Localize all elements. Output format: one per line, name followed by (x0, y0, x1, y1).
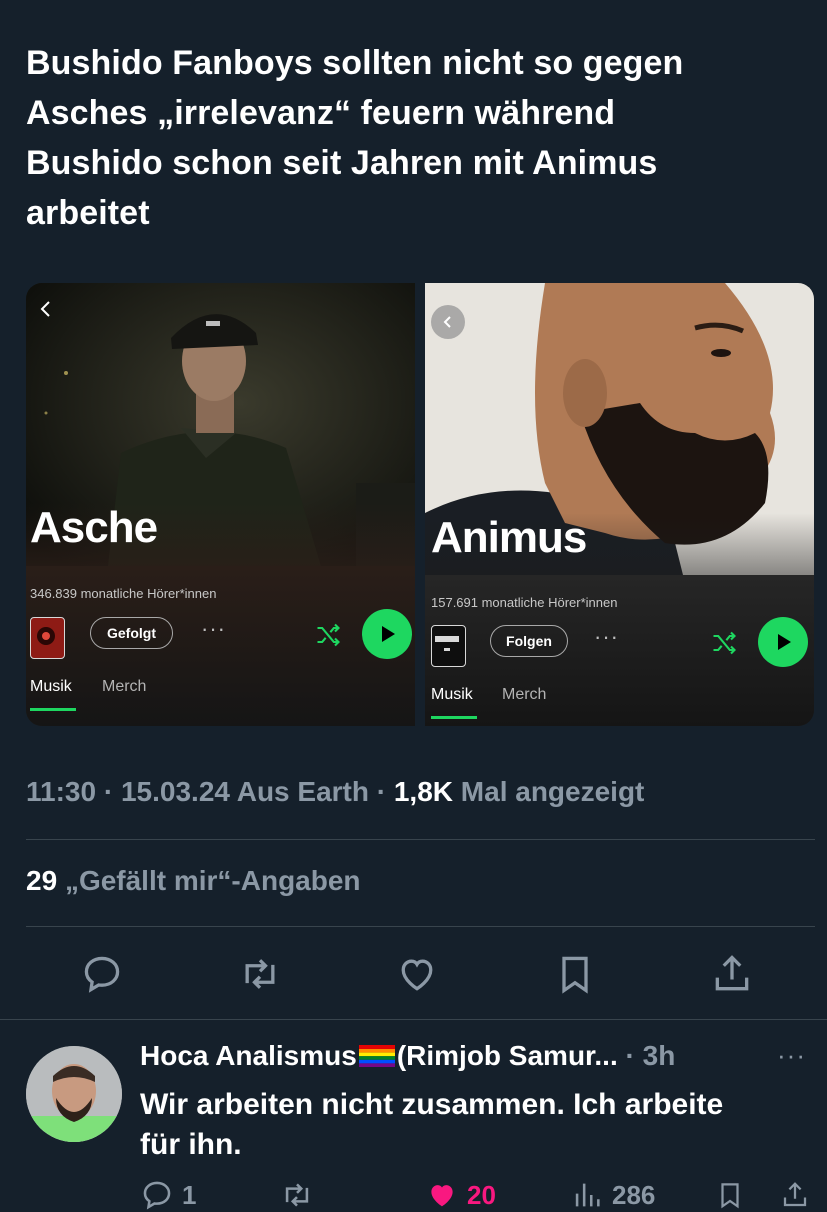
reply-retweet-button[interactable] (280, 1178, 314, 1212)
play-icon (778, 634, 791, 650)
views-icon (575, 1183, 600, 1207)
reply-reply-button[interactable]: 1 (140, 1178, 196, 1212)
follow-button[interactable]: Gefolgt (90, 617, 173, 649)
reply-text-line: für ihn. (140, 1128, 242, 1161)
tab-musik[interactable]: Musik (30, 678, 72, 696)
share-icon (783, 1182, 807, 1207)
back-icon (443, 316, 451, 328)
artist-pick-art (435, 636, 459, 651)
tab-merch[interactable]: Merch (502, 686, 546, 704)
reply-count: 1 (182, 1179, 197, 1210)
reply-action-bar: 1 20 286 (0, 1178, 827, 1210)
tweet-text-line: Asches „irrelevanz“ feuern während (26, 94, 616, 132)
artist-pick-thumbnail[interactable] (30, 617, 65, 659)
like-count: 20 (467, 1179, 496, 1210)
likes-summary[interactable]: 29 „Gefällt mir“-Angaben (26, 865, 361, 897)
more-options-icon[interactable]: ··· (594, 624, 619, 650)
more-options-icon[interactable]: ··· (777, 1040, 806, 1071)
reply-bookmark-button[interactable] (715, 1178, 745, 1212)
shuffle-icon[interactable] (314, 621, 342, 649)
artist-name: Animus (431, 513, 587, 562)
more-options-icon[interactable]: ··· (201, 616, 226, 642)
share-icon[interactable] (710, 952, 754, 996)
reply-text: Wir arbeiten nicht zusammen. Ich arbeite… (140, 1085, 810, 1165)
reply-icon[interactable] (80, 952, 124, 996)
tweet-text-line: Bushido Fanboys sollten nicht so gegen (26, 44, 684, 82)
bookmark-icon[interactable] (553, 952, 597, 996)
monthly-listeners: 157.691 monatliche Hörer*innen (431, 595, 618, 610)
reply-display-name[interactable]: Hoca Analismus (140, 1040, 357, 1071)
tweet-meta: 11:30 · 15.03.24 Aus Earth · 1,8K Mal an… (26, 776, 645, 807)
monthly-listeners: 346.839 monatliche Hörer*innen (30, 586, 217, 601)
likes-count: 29 (26, 865, 58, 896)
views-count: 286 (612, 1179, 656, 1210)
rainbow-flag-icon (358, 1045, 395, 1067)
like-icon[interactable] (395, 952, 439, 996)
play-button[interactable] (362, 609, 412, 659)
divider (26, 839, 815, 840)
back-icon[interactable] (36, 299, 56, 319)
avatar[interactable] (26, 1046, 122, 1142)
views-label: Mal angezeigt (460, 776, 645, 807)
active-tab-indicator (431, 716, 477, 719)
back-button[interactable] (431, 305, 465, 339)
tweet-text: Bushido Fanboys sollten nicht so gegen A… (26, 38, 786, 238)
artist-pick-thumbnail[interactable] (431, 625, 466, 667)
divider (26, 926, 815, 927)
tab-merch[interactable]: Merch (102, 678, 146, 696)
spotify-artist-panel: 157.691 monatliche Hörer*innen Folgen ··… (425, 575, 814, 726)
tweet-text-line: arbeitet (26, 194, 150, 232)
artist-name: Asche (30, 503, 158, 552)
spotify-artist-panel: 346.839 monatliche Hörer*innen Gefolgt ·… (26, 566, 415, 726)
reply-views-button[interactable]: 286 (570, 1178, 655, 1212)
shuffle-icon[interactable] (710, 629, 738, 657)
tweet-text-line: Bushido schon seit Jahren mit Animus (26, 144, 658, 182)
retweet-icon (285, 1183, 309, 1207)
retweet-icon[interactable] (238, 952, 282, 996)
reply-display-name-suffix[interactable]: (Rimjob Samur... (397, 1040, 618, 1071)
media-image-animus[interactable]: Animus 157.691 monatliche Hörer*innen Fo… (425, 283, 814, 726)
likes-label: „Gefällt mir“-Angaben (64, 865, 361, 896)
active-tab-indicator (30, 708, 76, 711)
reply-time[interactable]: · 3h (626, 1040, 676, 1071)
avatar-image (26, 1046, 122, 1142)
reply-like-button[interactable]: 20 (425, 1178, 496, 1212)
reply-header: Hoca Analismus (Rimjob Samur... · 3h (140, 1040, 675, 1072)
tweet-time[interactable]: 11:30 (26, 776, 96, 807)
play-icon (382, 626, 395, 642)
divider (0, 1019, 827, 1020)
reply-share-button[interactable] (780, 1178, 810, 1212)
tweet-date[interactable]: 15.03.24 (121, 776, 230, 807)
artist-pick-art (37, 627, 55, 645)
follow-button[interactable]: Folgen (490, 625, 568, 657)
like-icon (431, 1185, 453, 1207)
bookmark-icon (721, 1183, 739, 1209)
reply-text-line: Wir arbeiten nicht zusammen. Ich arbeite (140, 1088, 724, 1121)
tweet-location: Aus Earth (236, 776, 369, 807)
play-button[interactable] (758, 617, 808, 667)
reply-icon (143, 1181, 171, 1210)
media-image-asche[interactable]: Asche 346.839 monatliche Hörer*innen Gef… (26, 283, 415, 726)
tab-musik[interactable]: Musik (431, 686, 473, 704)
views-count: 1,8K (393, 776, 454, 807)
